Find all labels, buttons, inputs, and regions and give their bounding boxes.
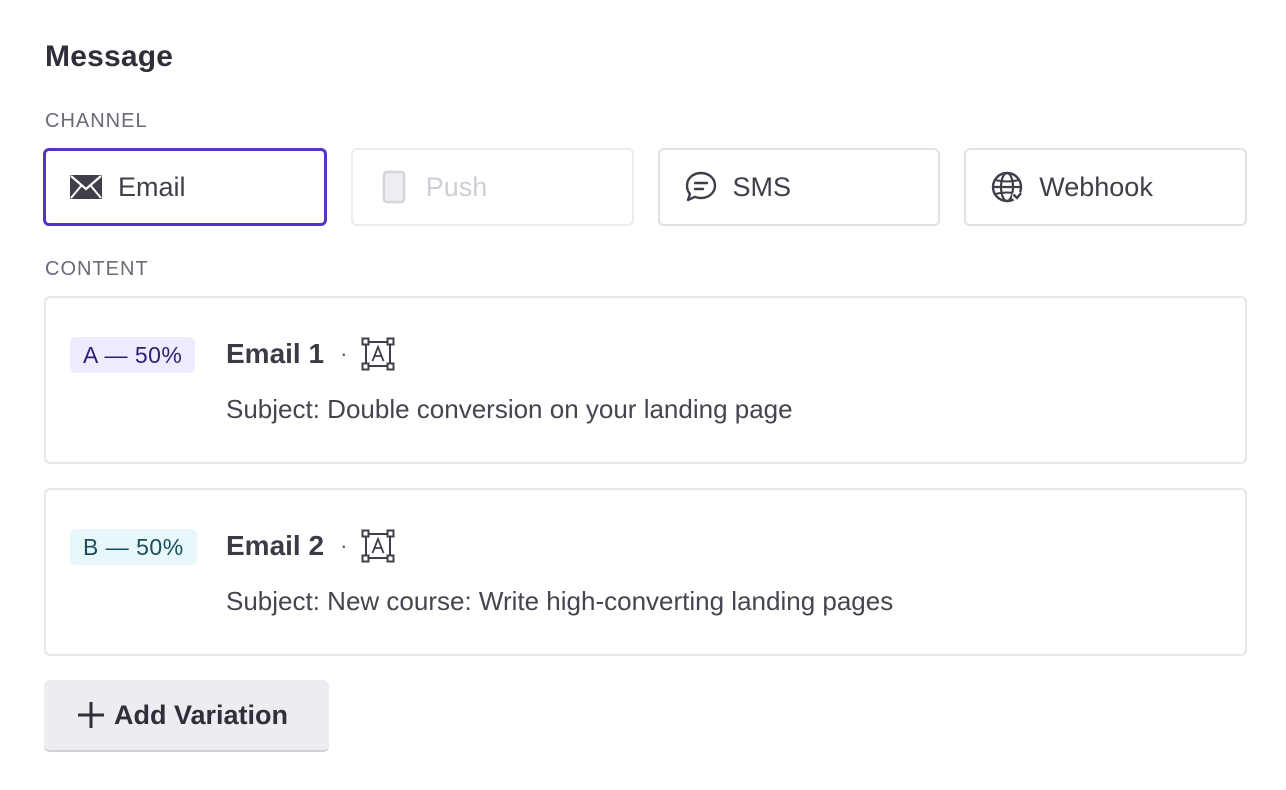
content-label: CONTENT <box>45 258 149 280</box>
channel-webhook-label: Webhook <box>1039 171 1153 202</box>
variation-card-a[interactable]: A — 50% Email 1 · Subject: Double conver… <box>44 296 1247 464</box>
add-variation-button[interactable]: Add Variation <box>44 680 329 752</box>
section-title: Message <box>45 40 174 73</box>
variation-badge-a: A — 50% <box>70 337 196 373</box>
channel-email-button[interactable]: Email <box>43 148 327 226</box>
variation-subject: Subject: New course: Write high-converti… <box>226 586 894 616</box>
message-panel: Message CHANNEL Email Push SMS Webhook C… <box>0 0 1286 790</box>
separator-dot: · <box>340 533 348 558</box>
envelope-icon <box>69 170 103 204</box>
variation-header: Email 1 · <box>226 334 395 374</box>
mobile-phone-icon <box>377 170 411 204</box>
channel-selector: Email Push SMS Webhook <box>43 148 1247 226</box>
chat-bubble-icon <box>684 170 718 204</box>
variation-header: Email 2 · <box>226 526 395 566</box>
variation-title: Email 1 <box>226 338 325 369</box>
template-icon[interactable] <box>361 529 395 563</box>
channel-sms-button[interactable]: SMS <box>657 148 941 226</box>
variation-subject: Subject: Double conversion on your landi… <box>226 394 793 424</box>
variation-badge-b: B — 50% <box>70 529 197 565</box>
channel-webhook-button[interactable]: Webhook <box>964 148 1247 226</box>
channel-push-label: Push <box>425 171 488 202</box>
template-icon[interactable] <box>361 337 395 371</box>
variation-title: Email 2 <box>226 530 325 561</box>
add-variation-label: Add Variation <box>114 699 289 730</box>
plus-icon <box>76 700 106 730</box>
channel-email-label: Email <box>118 171 186 202</box>
channel-label: CHANNEL <box>45 110 148 132</box>
variation-card-b[interactable]: B — 50% Email 2 · Subject: New course: W… <box>44 488 1247 656</box>
globe-icon <box>990 170 1024 204</box>
channel-sms-label: SMS <box>732 171 792 202</box>
separator-dot: · <box>340 341 348 366</box>
channel-push-button[interactable]: Push <box>350 148 634 226</box>
